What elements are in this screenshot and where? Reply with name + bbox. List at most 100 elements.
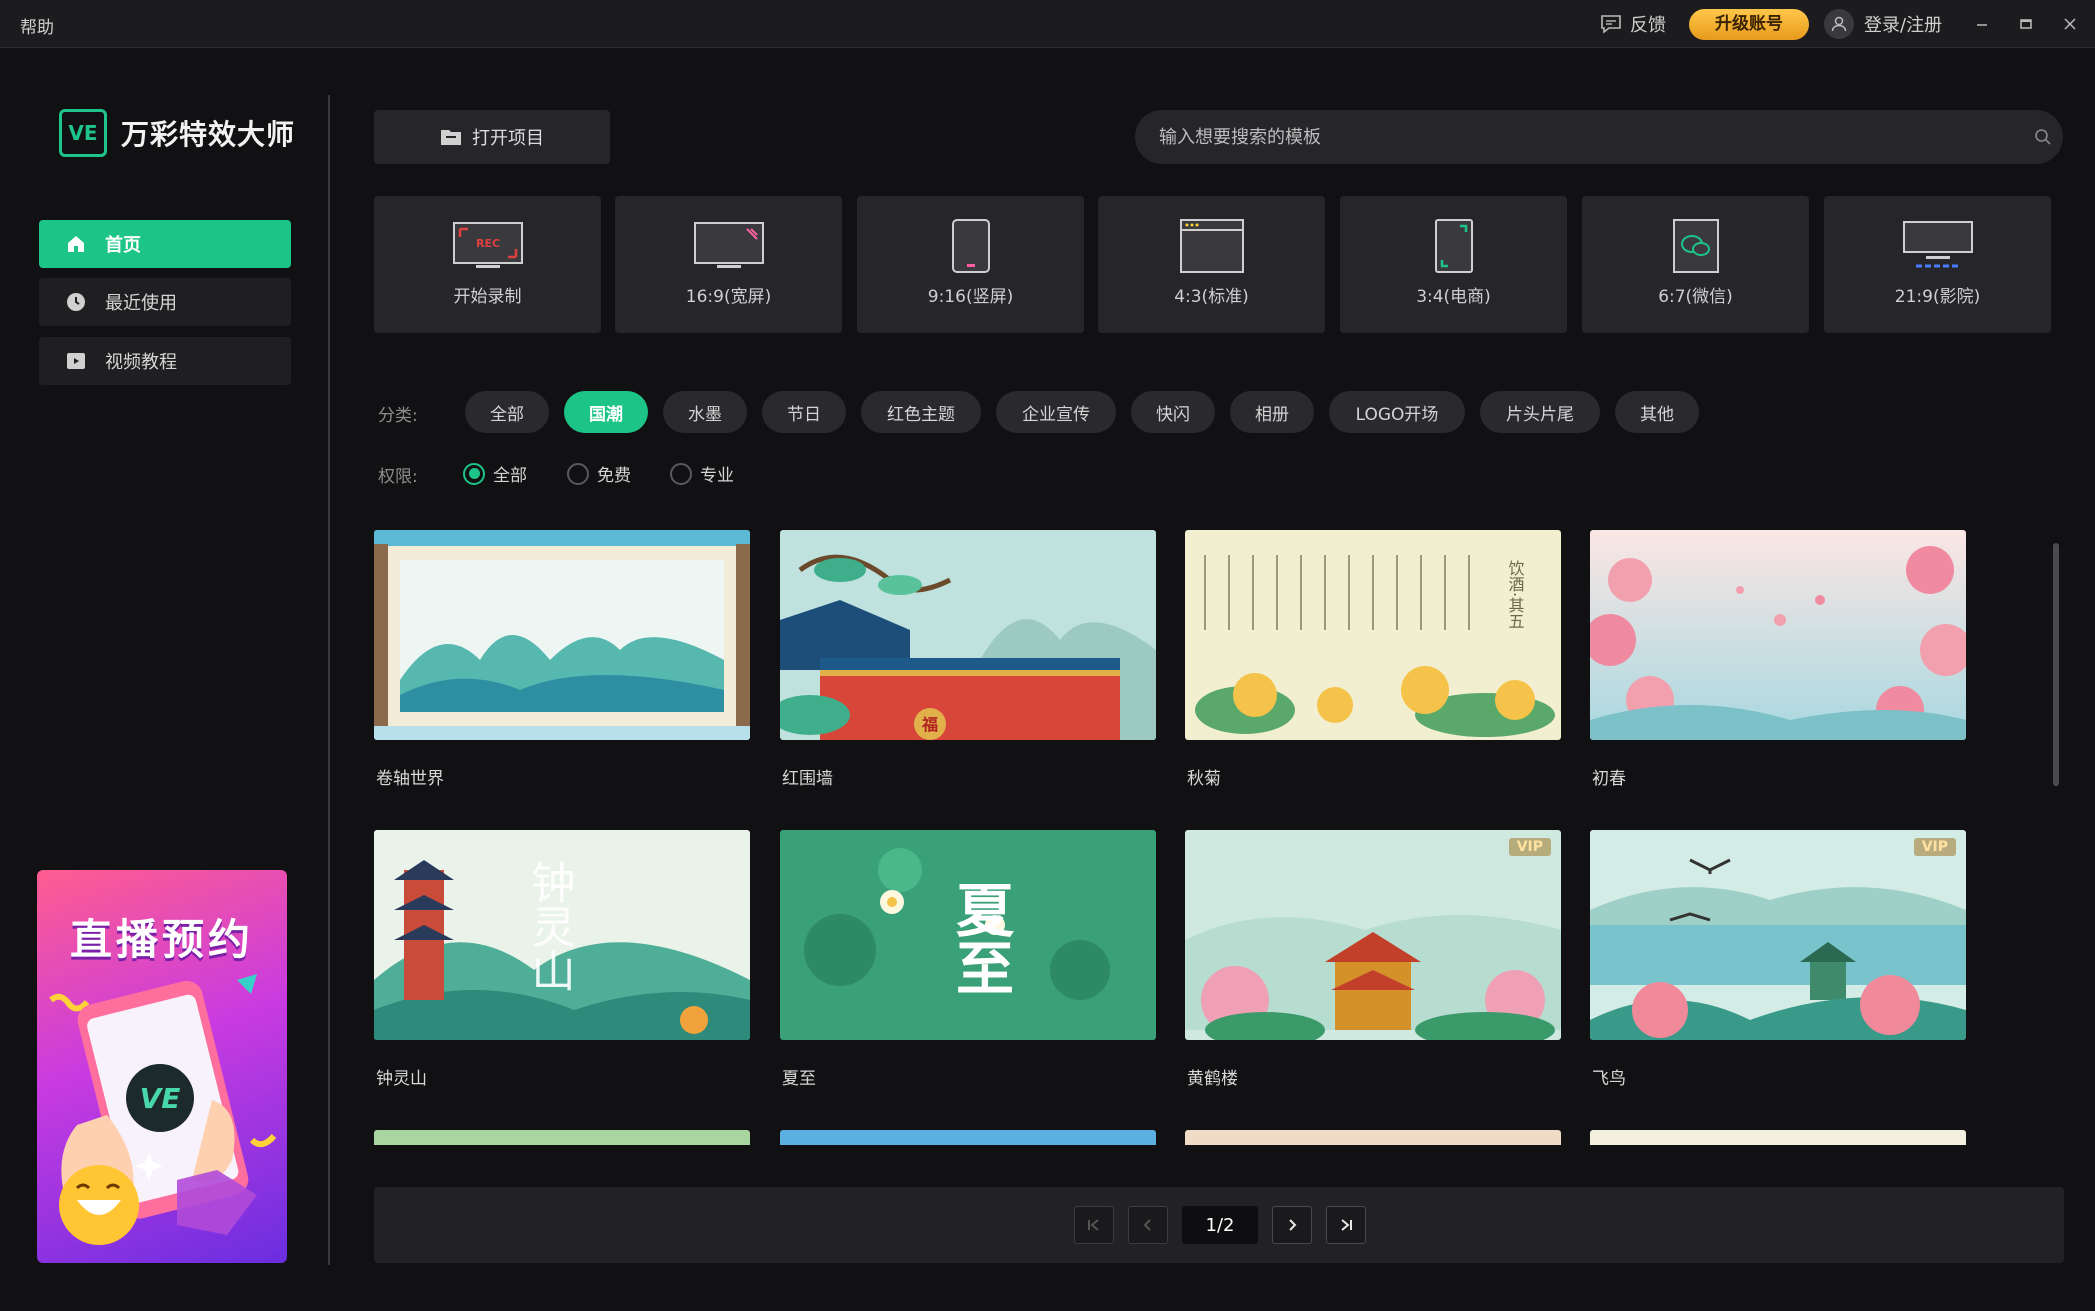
template-thumbnail[interactable]: 饮酒·其五 (1185, 530, 1561, 740)
video-icon (67, 353, 85, 369)
template-title: 黄鹤楼 (1187, 1069, 1238, 1089)
template-card[interactable]: 钟灵山 钟灵山 (374, 830, 750, 1089)
category-chip-festival[interactable]: 节日 (762, 391, 846, 433)
radio-label: 免费 (597, 466, 631, 486)
permission-radio-pro[interactable]: 专业 (670, 461, 734, 486)
open-project-button[interactable]: 打开项目 (374, 110, 610, 164)
upgrade-account-button[interactable]: 升级账号 (1689, 9, 1809, 40)
title-bar: 帮助 反馈 升级账号 登录/注册 (0, 0, 2095, 48)
template-thumbnail[interactable]: VIP (1590, 830, 1966, 1040)
feedback-icon (1601, 15, 1621, 34)
template-card[interactable] (374, 1130, 750, 1145)
template-thumbnail[interactable] (1590, 1130, 1966, 1145)
chevron-right-icon (1289, 1219, 1297, 1231)
search-input[interactable] (1159, 126, 2023, 148)
template-thumbnail[interactable]: 钟灵山 (374, 830, 750, 1040)
search-icon[interactable] (2023, 128, 2063, 146)
sidebar-item-home[interactable]: 首页 (39, 220, 291, 268)
feedback-button[interactable]: 反馈 (1600, 11, 1666, 37)
sidebar-item-tutorials[interactable]: 视频教程 (39, 337, 291, 385)
ratio-card-21-9[interactable]: 21:9(影院) (1824, 196, 2051, 333)
category-chip-red-theme[interactable]: 红色主题 (861, 391, 981, 433)
ratio-card-9-16[interactable]: 9:16(竖屏) (857, 196, 1084, 333)
app-name: 万彩特效大师 (121, 118, 296, 151)
template-thumbnail[interactable] (1185, 1130, 1561, 1145)
category-chip-ink[interactable]: 水墨 (663, 391, 747, 433)
first-page-button[interactable] (1074, 1206, 1114, 1244)
radio-dot (567, 462, 589, 485)
vip-badge: VIP (1913, 838, 1956, 856)
template-thumbnail[interactable]: 福 (780, 530, 1156, 740)
thumb-zhonglingshan-text: 钟灵山 (524, 860, 575, 992)
logo-mark: VE (59, 109, 107, 157)
feedback-label: 反馈 (1630, 15, 1666, 36)
template-thumbnail[interactable]: VIP (1185, 830, 1561, 1040)
template-thumbnail[interactable] (374, 530, 750, 740)
user-icon (1824, 9, 1854, 39)
prev-page-button[interactable] (1128, 1206, 1168, 1244)
template-card[interactable]: 卷轴世界 (374, 530, 750, 789)
template-thumbnail[interactable]: 夏至 (780, 830, 1156, 1040)
first-page-icon (1088, 1219, 1099, 1231)
template-card[interactable]: 福 红围墙 (780, 530, 1156, 789)
template-card[interactable]: 饮酒·其五 秋菊 (1185, 530, 1561, 789)
standard-icon (1179, 216, 1245, 276)
template-card[interactable] (780, 1130, 1156, 1145)
template-thumbnail[interactable] (1590, 530, 1966, 740)
permission-filter-label: 权限: (378, 467, 418, 487)
category-chip-corporate[interactable]: 企业宣传 (996, 391, 1116, 433)
template-card[interactable]: 初春 (1590, 530, 1966, 789)
minimize-icon[interactable] (1970, 12, 1994, 36)
permission-radio-all[interactable]: 全部 (463, 461, 527, 486)
template-card[interactable]: VIP 黄鹤楼 (1185, 830, 1561, 1089)
category-chip-logo-intro[interactable]: LOGO开场 (1329, 391, 1465, 433)
pagination-bar: 1/2 (374, 1187, 2064, 1263)
last-page-button[interactable] (1326, 1206, 1366, 1244)
ratio-card-16-9[interactable]: 16:9(宽屏) (615, 196, 842, 333)
page-indicator: 1/2 (1182, 1206, 1258, 1244)
ratio-card-record[interactable]: REC 开始录制 (374, 196, 601, 333)
template-search (1135, 110, 2063, 164)
category-chip-flash[interactable]: 快闪 (1131, 391, 1215, 433)
ratio-card-6-7[interactable]: 6:7(微信) (1582, 196, 1809, 333)
live-booking-banner[interactable]: 直播预约 VE (37, 870, 287, 1263)
sidebar-item-recent[interactable]: 最近使用 (39, 278, 291, 326)
thumb-fu-char: 福 (921, 715, 938, 734)
template-card[interactable]: 夏至 夏至 (780, 830, 1156, 1089)
permission-radio-free[interactable]: 免费 (567, 461, 631, 486)
ratio-label: 4:3(标准) (1174, 287, 1249, 307)
template-thumbnail[interactable] (374, 1130, 750, 1145)
category-chip-guochao[interactable]: 国潮 (564, 391, 648, 433)
login-register-button[interactable]: 登录/注册 (1824, 9, 1942, 39)
template-card[interactable] (1590, 1130, 1966, 1145)
ratio-card-3-4[interactable]: 3:4(电商) (1340, 196, 1567, 333)
help-menu[interactable]: 帮助 (20, 13, 54, 38)
category-chip-intro-outro[interactable]: 片头片尾 (1480, 391, 1600, 433)
template-card[interactable]: VIP 飞鸟 (1590, 830, 1966, 1089)
category-chip-all[interactable]: 全部 (465, 391, 549, 433)
next-page-button[interactable] (1272, 1206, 1312, 1244)
svg-text:VE: VE (140, 1082, 181, 1115)
template-grid: 卷轴世界 福 红围墙 饮酒·其五 秋菊 初春 钟灵山 钟灵山 夏至 夏至 VIP… (374, 530, 2014, 1145)
app-logo: VE 万彩特效大师 (59, 109, 295, 157)
ratio-label: 16:9(宽屏) (685, 287, 772, 307)
category-chip-other[interactable]: 其他 (1615, 391, 1699, 433)
thumb-xiazhi-text: 夏至 (946, 880, 1014, 996)
category-chip-album[interactable]: 相册 (1230, 391, 1314, 433)
template-title: 飞鸟 (1592, 1069, 1626, 1089)
ratio-card-4-3[interactable]: 4:3(标准) (1098, 196, 1325, 333)
thumb-poem-title: 饮酒·其五 (1506, 560, 1525, 629)
phone-illustration: VE (49, 974, 277, 1245)
template-title: 钟灵山 (376, 1069, 427, 1089)
template-thumbnail[interactable] (780, 1130, 1156, 1145)
category-filter-label: 分类: (378, 406, 418, 426)
sidebar-item-label: 视频教程 (105, 352, 177, 373)
close-icon[interactable] (2058, 12, 2082, 36)
maximize-icon[interactable] (2014, 12, 2038, 36)
ecommerce-icon (1434, 216, 1474, 276)
radio-label: 全部 (493, 466, 527, 486)
grid-scrollbar[interactable] (2053, 543, 2059, 786)
ratio-label: 6:7(微信) (1658, 287, 1733, 307)
template-card[interactable] (1185, 1130, 1561, 1145)
open-project-label: 打开项目 (472, 128, 544, 149)
